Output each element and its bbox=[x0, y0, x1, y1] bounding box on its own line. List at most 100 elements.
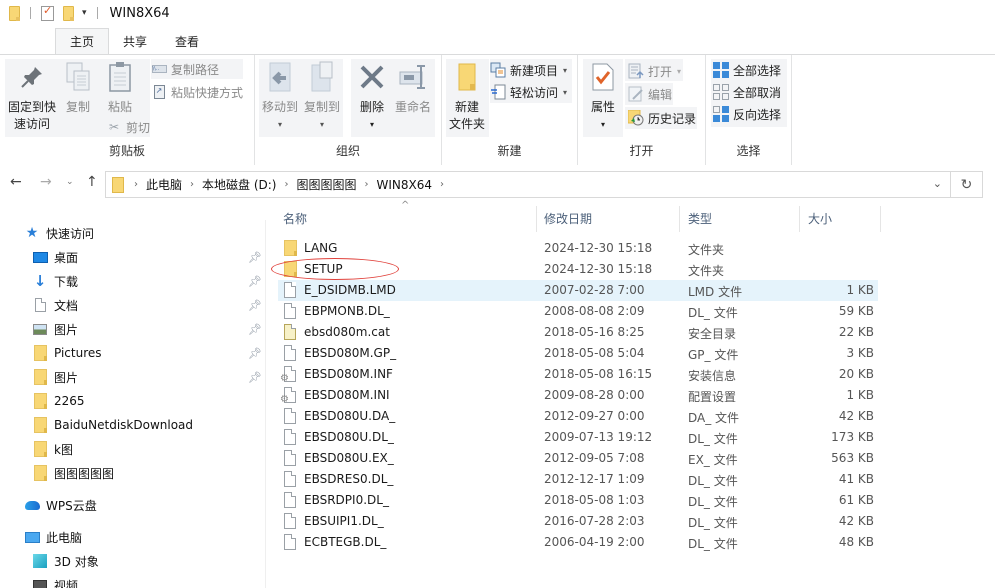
file-size: 42 KB bbox=[838, 409, 874, 423]
tab-share[interactable]: 共享 bbox=[109, 28, 161, 54]
pin-icon[interactable]: 📌︎ bbox=[248, 371, 262, 384]
sidebar-item-videos[interactable]: 视频 bbox=[0, 574, 266, 588]
recent-locations-chevron-icon[interactable]: ⌄ bbox=[66, 177, 74, 187]
folder-icon bbox=[32, 465, 48, 481]
breadcrumb-this-pc[interactable]: 此电脑 bbox=[146, 176, 182, 193]
column-divider[interactable] bbox=[880, 206, 881, 232]
file-row[interactable]: EBPMONB.DL_ 2008-08-08 2:09 DL_ 文件 59 KB bbox=[278, 301, 878, 322]
file-row[interactable]: ECBTEGB.DL_ 2006-04-19 2:00 DL_ 文件 48 KB bbox=[278, 532, 878, 553]
column-header-name[interactable]: 名称 bbox=[283, 200, 307, 236]
file-row[interactable]: EBSRDPI0.DL_ 2018-05-08 1:03 DL_ 文件 61 KB bbox=[278, 490, 878, 511]
refresh-button[interactable]: ↻ bbox=[951, 171, 983, 198]
column-divider[interactable] bbox=[679, 206, 680, 232]
rename-button[interactable]: 重命名 bbox=[393, 59, 433, 116]
invert-selection-button[interactable]: 反向选择 bbox=[713, 104, 781, 124]
sidebar-item-downloads[interactable]: ↓ 下载 📌︎ bbox=[0, 270, 266, 292]
column-divider[interactable] bbox=[799, 206, 800, 232]
document-icon bbox=[32, 297, 48, 313]
file-type: DL_ 文件 bbox=[688, 306, 738, 320]
forward-arrow-icon[interactable]: → bbox=[40, 174, 52, 190]
properties-quick-icon[interactable] bbox=[41, 4, 54, 21]
copy-icon bbox=[62, 59, 94, 95]
sidebar-item-pictures-folder[interactable]: Pictures 📌︎ bbox=[0, 342, 266, 364]
tab-home[interactable]: 主页 bbox=[55, 28, 110, 54]
file-name: ebsd080m.cat bbox=[304, 325, 390, 339]
scissors-icon: ✂ bbox=[108, 120, 120, 134]
move-to-button[interactable]: 移动到 ▾ bbox=[260, 59, 300, 133]
history-button[interactable]: 历史记录 bbox=[628, 108, 696, 128]
select-all-button[interactable]: 全部选择 bbox=[713, 60, 781, 80]
new-folder-button[interactable]: 新建 文件夹 bbox=[447, 59, 487, 133]
file-row[interactable]: EBSD080U.DL_ 2009-07-13 19:12 DL_ 文件 173 KB bbox=[278, 427, 878, 448]
open-button[interactable]: 打开 ▾ bbox=[628, 61, 681, 81]
sidebar-this-pc[interactable]: 此电脑 bbox=[0, 526, 266, 548]
cut-button[interactable]: ✂ 剪切 bbox=[106, 117, 150, 137]
sidebar-item-k-pictures[interactable]: k图 bbox=[0, 438, 266, 460]
chevron-right-icon[interactable]: › bbox=[284, 179, 288, 190]
settings-file-icon bbox=[280, 366, 298, 384]
sidebar-item-tutu[interactable]: 图图图图图 bbox=[0, 462, 266, 484]
tab-view[interactable]: 查看 bbox=[161, 28, 213, 54]
pin-icon[interactable]: 📌︎ bbox=[248, 323, 262, 336]
sidebar-item-pictures[interactable]: 图片 📌︎ bbox=[0, 318, 266, 340]
column-header-date[interactable]: 修改日期 bbox=[544, 200, 592, 236]
sidebar-wps-cloud[interactable]: WPS云盘 bbox=[0, 494, 266, 516]
file-row[interactable]: EBSD080M.INF 2018-05-08 16:15 安装信息 20 KB bbox=[278, 364, 878, 385]
chevron-right-icon[interactable]: › bbox=[365, 179, 369, 190]
cloud-icon bbox=[24, 497, 40, 513]
file-row[interactable]: EBSD080M.INI 2009-08-28 0:00 配置设置 1 KB bbox=[278, 385, 878, 406]
new-folder-quick-icon[interactable] bbox=[63, 5, 74, 21]
edit-button[interactable]: 编辑 bbox=[628, 84, 672, 104]
file-type: 文件夹 bbox=[688, 264, 725, 278]
file-date: 2018-05-16 8:25 bbox=[544, 325, 645, 339]
copy-button[interactable]: 复制 bbox=[62, 59, 94, 116]
copy-to-button[interactable]: 复制到 ▾ bbox=[302, 59, 342, 133]
chevron-right-icon[interactable]: › bbox=[440, 179, 444, 190]
file-row[interactable]: EBSUIPI1.DL_ 2016-07-28 2:03 DL_ 文件 42 KB bbox=[278, 511, 878, 532]
sidebar-item-baidunetdisk[interactable]: BaiduNetdiskDownload bbox=[0, 414, 266, 436]
file-row[interactable]: EBSDRES0.DL_ 2012-12-17 1:09 DL_ 文件 41 KB bbox=[278, 469, 878, 490]
pin-icon[interactable]: 📌︎ bbox=[248, 251, 262, 264]
file-name: EBSD080U.DL_ bbox=[304, 430, 394, 444]
properties-button[interactable]: 属性 ▾ bbox=[585, 59, 621, 133]
file-row[interactable]: EBSD080U.EX_ 2012-09-05 7:08 EX_ 文件 563 KB bbox=[278, 448, 878, 469]
pin-to-quick-access-button[interactable]: 固定到快 速访问 bbox=[6, 59, 58, 133]
breadcrumb-current[interactable]: WIN8X64 bbox=[377, 178, 433, 192]
up-arrow-icon[interactable]: ↑ bbox=[86, 174, 98, 190]
chevron-right-icon[interactable]: › bbox=[190, 179, 194, 190]
delete-button[interactable]: 删除 ▾ bbox=[355, 59, 389, 133]
sidebar-item-2265[interactable]: 2265 bbox=[0, 390, 266, 412]
pin-icon[interactable]: 📌︎ bbox=[248, 347, 262, 360]
pin-icon[interactable]: 📌︎ bbox=[248, 299, 262, 312]
paste-shortcut-button[interactable]: ↗ 粘贴快捷方式 bbox=[151, 82, 243, 102]
paste-button[interactable]: 粘贴 bbox=[102, 59, 138, 116]
breadcrumb-folder[interactable]: 图图图图图 bbox=[296, 176, 356, 193]
copy-path-button[interactable]: \\.. 复制路径 bbox=[151, 59, 244, 79]
column-divider[interactable] bbox=[536, 206, 537, 232]
address-bar[interactable]: › 此电脑 › 本地磁盘 (D:) › 图图图图图 › WIN8X64 › ⌄ bbox=[105, 171, 951, 198]
easy-access-button[interactable]: 轻松访问 ▾ bbox=[490, 82, 567, 102]
file-row[interactable]: EBSD080U.DA_ 2012-09-27 0:00 DA_ 文件 42 KB bbox=[278, 406, 878, 427]
new-item-button[interactable]: 新建项目 ▾ bbox=[490, 60, 567, 80]
pin-icon[interactable]: 📌︎ bbox=[248, 275, 262, 288]
file-row[interactable]: E_DSIDMB.LMD 2007-02-28 7:00 LMD 文件 1 KB bbox=[278, 280, 878, 301]
address-history-chevron-icon[interactable]: ⌄ bbox=[933, 177, 942, 190]
sidebar-item-desktop[interactable]: 桌面 📌︎ bbox=[0, 246, 266, 268]
column-header-size[interactable]: 大小 bbox=[808, 200, 832, 236]
select-none-button[interactable]: 全部取消 bbox=[713, 82, 781, 102]
file-icon bbox=[284, 534, 298, 551]
chevron-right-icon[interactable]: › bbox=[134, 179, 138, 190]
history-icon bbox=[628, 110, 644, 126]
file-row[interactable]: SETUP 2024-12-30 15:18 文件夹 bbox=[278, 259, 878, 280]
breadcrumb-drive-d[interactable]: 本地磁盘 (D:) bbox=[202, 176, 276, 193]
sidebar-item-documents[interactable]: 文档 📌︎ bbox=[0, 294, 266, 316]
column-header-type[interactable]: 类型 bbox=[688, 200, 712, 236]
sidebar-item-3d-objects[interactable]: 3D 对象 bbox=[0, 550, 266, 572]
file-row[interactable]: ebsd080m.cat 2018-05-16 8:25 安全目录 22 KB bbox=[278, 322, 878, 343]
sidebar-item-pictures-folder-2[interactable]: 图片 📌︎ bbox=[0, 366, 266, 388]
back-arrow-icon[interactable]: ← bbox=[10, 174, 22, 190]
sidebar-quick-access[interactable]: ★ 快速访问 bbox=[0, 222, 266, 244]
customize-toolbar-chevron-icon[interactable]: ▾ bbox=[82, 8, 87, 18]
file-row[interactable]: EBSD080M.GP_ 2018-05-08 5:04 GP_ 文件 3 KB bbox=[278, 343, 878, 364]
file-row[interactable]: LANG 2024-12-30 15:18 文件夹 bbox=[278, 238, 878, 259]
